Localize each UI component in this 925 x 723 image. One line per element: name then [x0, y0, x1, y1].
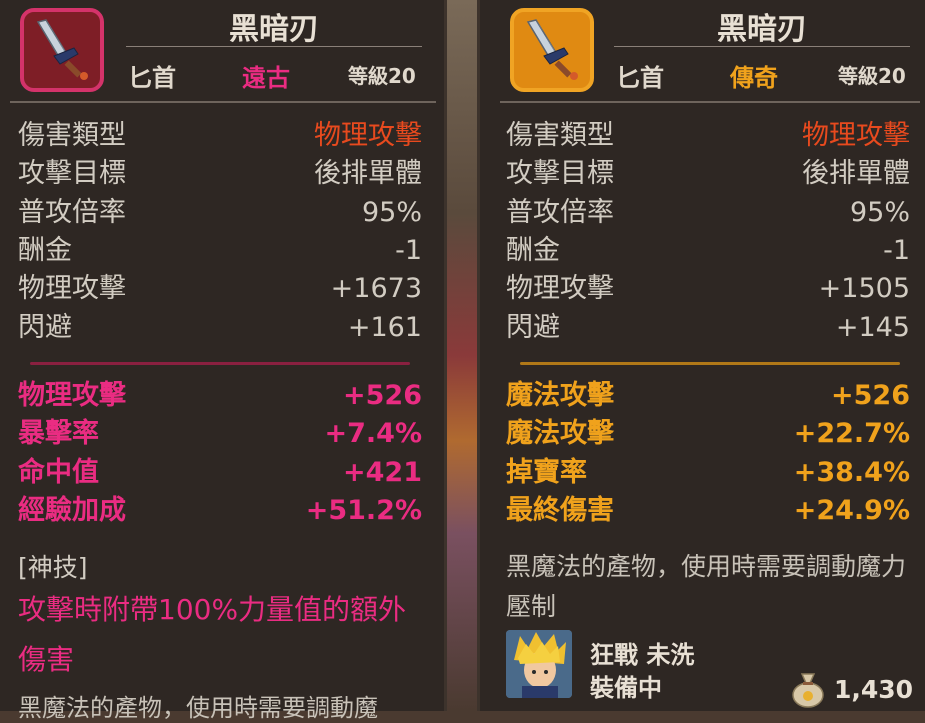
- stat-label: 酬金: [506, 235, 560, 266]
- item-rarity: 遠古: [242, 64, 290, 92]
- stat-value: 後排單體: [314, 158, 422, 189]
- bonus-row: 魔法攻擊 +526: [506, 377, 910, 415]
- stat-label: 傷害類型: [18, 120, 126, 151]
- stat-label: 攻擊目標: [18, 158, 126, 189]
- item-description: 黑魔法的產物，使用時需要調動魔力壓制: [506, 552, 907, 621]
- stat-label: 酬金: [18, 235, 72, 266]
- stat-label: 閃避: [18, 312, 72, 343]
- item-type: 匕首: [128, 64, 176, 92]
- stat-label: 普攻倍率: [18, 197, 126, 228]
- stat-label: 閃避: [506, 312, 560, 343]
- stat-row: 攻擊目標 後排單體: [18, 155, 422, 193]
- bonus-row: 最終傷害 +24.9%: [506, 492, 910, 530]
- stat-value: -1: [883, 235, 910, 266]
- stat-value: +1673: [330, 273, 422, 304]
- stat-row: 酬金 -1: [18, 232, 422, 270]
- bonus-row: 掉寶率 +38.4%: [506, 454, 910, 492]
- item-icon-frame[interactable]: [510, 8, 594, 92]
- stat-value: 物理攻擊: [802, 120, 910, 151]
- bonus-label: 經驗加成: [18, 495, 126, 526]
- stat-row: 物理攻擊 +1505: [506, 270, 910, 308]
- background-strip: [447, 0, 477, 711]
- equipped-hero-name: 狂戰 未洗: [590, 641, 695, 669]
- bonus-label: 物理攻擊: [18, 380, 126, 411]
- stat-row: 普攻倍率 95%: [506, 194, 910, 232]
- stat-row: 普攻倍率 95%: [18, 194, 422, 232]
- item-level: 等級20: [348, 64, 416, 88]
- bonus-row: 暴擊率 +7.4%: [18, 415, 422, 453]
- item-name: 黑暗刃: [717, 12, 807, 47]
- item-description: 黑魔法的產物，使用時需要調動魔: [18, 694, 378, 722]
- header-divider: [500, 101, 920, 103]
- stat-label: 物理攻擊: [506, 273, 614, 304]
- stat-row: 物理攻擊 +1673: [18, 270, 422, 308]
- dagger-icon: [36, 19, 88, 80]
- stat-row: 傷害類型 物理攻擊: [18, 117, 422, 155]
- bonus-label: 命中值: [18, 457, 99, 488]
- bonus-value: +24.9%: [793, 495, 910, 526]
- sell-price: 1,430: [834, 675, 914, 704]
- stat-row: 閃避 +145: [506, 309, 910, 347]
- item-icon-frame[interactable]: [20, 8, 104, 92]
- item-rarity: 傳奇: [730, 64, 778, 92]
- skill-tag: [神技]: [18, 553, 88, 582]
- stat-value: 95%: [361, 197, 422, 228]
- header-divider: [10, 101, 436, 103]
- hero-avatar[interactable]: [506, 630, 572, 698]
- bonus-value: +526: [831, 380, 910, 411]
- stat-value: 95%: [849, 197, 910, 228]
- bonus-row: 命中值 +421: [18, 454, 422, 492]
- title-underline: [614, 46, 910, 47]
- stat-label: 攻擊目標: [506, 158, 614, 189]
- item-card-legendary: 黑暗刃 匕首 傳奇 等級20 傷害類型 物理攻擊 攻擊目標 後排單體 普攻倍率 …: [477, 0, 925, 711]
- bonus-row: 魔法攻擊 +22.7%: [506, 415, 910, 453]
- stat-label: 物理攻擊: [18, 273, 126, 304]
- stat-value: +1505: [818, 273, 910, 304]
- stat-label: 傷害類型: [506, 120, 614, 151]
- hero-portrait-icon: [506, 630, 572, 698]
- item-card-ancient: 黑暗刃 匕首 遠古 等級20 傷害類型 物理攻擊 攻擊目標 後排單體 普攻倍率 …: [0, 0, 447, 722]
- stat-label: 普攻倍率: [506, 197, 614, 228]
- bonus-value: +526: [343, 380, 422, 411]
- stat-value: +161: [347, 312, 422, 343]
- bonus-row: 經驗加成 +51.2%: [18, 492, 422, 530]
- bonus-label: 掉寶率: [506, 457, 587, 488]
- stat-value: 後排單體: [802, 158, 910, 189]
- bonus-label: 魔法攻擊: [506, 418, 614, 449]
- bonus-separator: [520, 362, 900, 365]
- stat-value: 物理攻擊: [314, 120, 422, 151]
- stat-row: 攻擊目標 後排單體: [506, 155, 910, 193]
- bonus-label: 暴擊率: [18, 418, 99, 449]
- bonus-row: 物理攻擊 +526: [18, 377, 422, 415]
- bonus-value: +51.2%: [305, 495, 422, 526]
- bonus-value: +22.7%: [793, 418, 910, 449]
- bonus-value: +421: [343, 457, 422, 488]
- skill-description: 攻擊時附帶100%力量值的額外傷害: [18, 593, 407, 676]
- title-underline: [126, 46, 422, 47]
- equip-status: 裝備中: [590, 674, 662, 702]
- item-type: 匕首: [616, 64, 664, 92]
- bonus-value: +7.4%: [324, 418, 422, 449]
- coin-bag-icon: [792, 673, 824, 708]
- stat-row: 閃避 +161: [18, 309, 422, 347]
- stat-value: -1: [395, 235, 422, 266]
- bonus-label: 魔法攻擊: [506, 380, 614, 411]
- stat-row: 酬金 -1: [506, 232, 910, 270]
- bonus-label: 最終傷害: [506, 495, 614, 526]
- item-name: 黑暗刃: [229, 12, 319, 47]
- stat-row: 傷害類型 物理攻擊: [506, 117, 910, 155]
- bonus-value: +38.4%: [793, 457, 910, 488]
- bonus-separator: [30, 362, 410, 365]
- dagger-icon: [526, 19, 578, 80]
- item-level: 等級20: [838, 64, 906, 88]
- stat-value: +145: [835, 312, 910, 343]
